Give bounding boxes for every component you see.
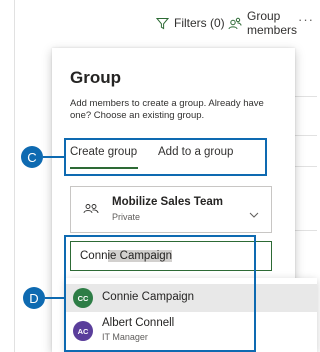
divider — [294, 135, 317, 136]
left-border — [14, 0, 15, 352]
callout-connector-d — [45, 297, 65, 299]
filters-button[interactable]: Filters (0) — [156, 14, 225, 32]
callout-badge-d: D — [23, 287, 45, 309]
callout-box-d — [64, 235, 256, 352]
group-icon — [81, 201, 101, 222]
divider — [294, 230, 317, 231]
group-name: Mobilize Sales Team — [112, 196, 223, 208]
callout-connector-c — [43, 156, 65, 158]
panel-title: Group — [70, 68, 121, 87]
divider — [294, 96, 317, 97]
group-privacy: Private — [112, 212, 141, 222]
callout-box-c — [64, 138, 267, 176]
people-icon — [228, 17, 242, 30]
funnel-icon — [156, 17, 169, 30]
chevron-down-icon — [249, 205, 259, 223]
group-dropdown[interactable]: Mobilize Sales Team Private — [70, 186, 272, 233]
toolbar: Filters (0) Group members ··· — [0, 0, 317, 44]
panel-description: Add members to create a group. Already h… — [70, 98, 264, 121]
divider — [294, 166, 317, 167]
callout-badge-c: C — [21, 146, 43, 168]
more-options-button[interactable]: ··· — [298, 12, 314, 27]
filters-label: Filters (0) — [174, 16, 225, 30]
